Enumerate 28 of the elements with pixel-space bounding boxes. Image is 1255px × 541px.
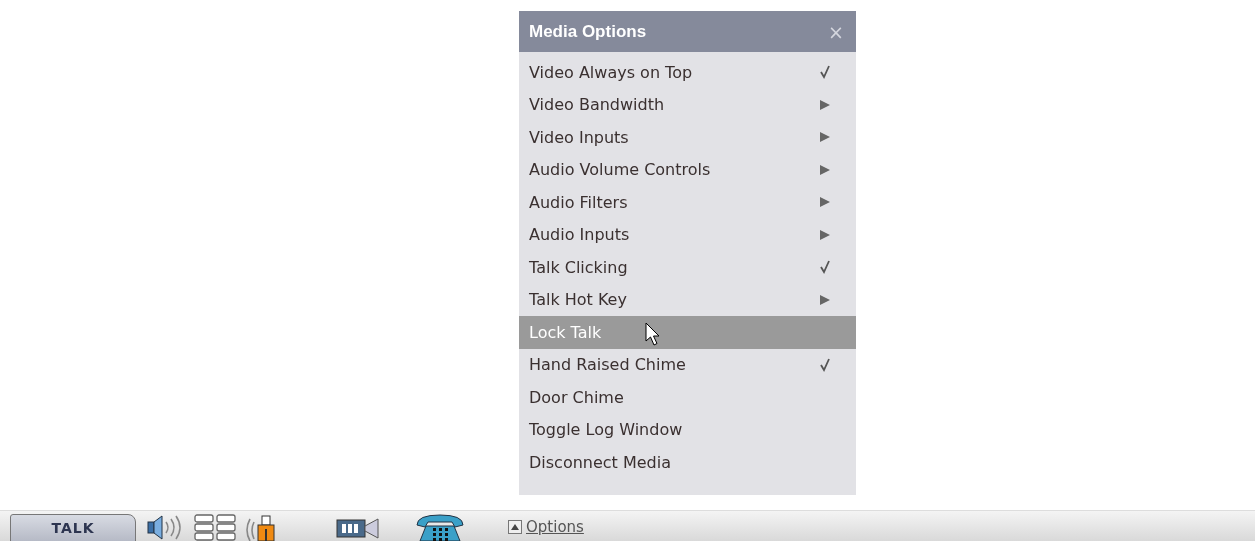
talk-button[interactable]: TALK bbox=[10, 514, 136, 541]
check-icon bbox=[820, 260, 830, 275]
cursor-icon bbox=[645, 322, 661, 346]
menu-item[interactable]: Hand Raised Chime bbox=[519, 348, 856, 381]
menu-item[interactable]: Video Inputs bbox=[519, 121, 856, 154]
expand-up-icon bbox=[508, 519, 522, 534]
submenu-arrow-icon bbox=[820, 229, 830, 240]
options-link[interactable]: Options bbox=[526, 517, 584, 536]
telephone-icon bbox=[414, 512, 466, 541]
menu-item[interactable]: Video Bandwidth bbox=[519, 88, 856, 121]
menu-item[interactable]: Talk Hot Key bbox=[519, 283, 856, 316]
menu-item[interactable]: Audio Filters bbox=[519, 186, 856, 219]
submenu-arrow-icon bbox=[820, 164, 830, 175]
menu-item[interactable]: Audio Inputs bbox=[519, 218, 856, 251]
menu-title: Media Options bbox=[529, 21, 647, 42]
menu-item[interactable]: Audio Volume Controls bbox=[519, 153, 856, 186]
submenu-arrow-icon bbox=[820, 132, 830, 143]
menu-item[interactable]: Disconnect Media bbox=[519, 446, 856, 479]
menu-item[interactable]: Talk Clicking bbox=[519, 251, 856, 284]
menu-item[interactable]: Video Always on Top bbox=[519, 56, 856, 89]
grid-icon bbox=[194, 512, 238, 541]
menu-item[interactable]: Toggle Log Window bbox=[519, 413, 856, 446]
menu-item[interactable]: Door Chime bbox=[519, 381, 856, 414]
check-icon bbox=[820, 357, 830, 372]
check-icon bbox=[820, 65, 830, 80]
submenu-arrow-icon bbox=[820, 197, 830, 208]
submenu-arrow-icon bbox=[820, 99, 830, 110]
submenu-arrow-icon bbox=[820, 294, 830, 305]
